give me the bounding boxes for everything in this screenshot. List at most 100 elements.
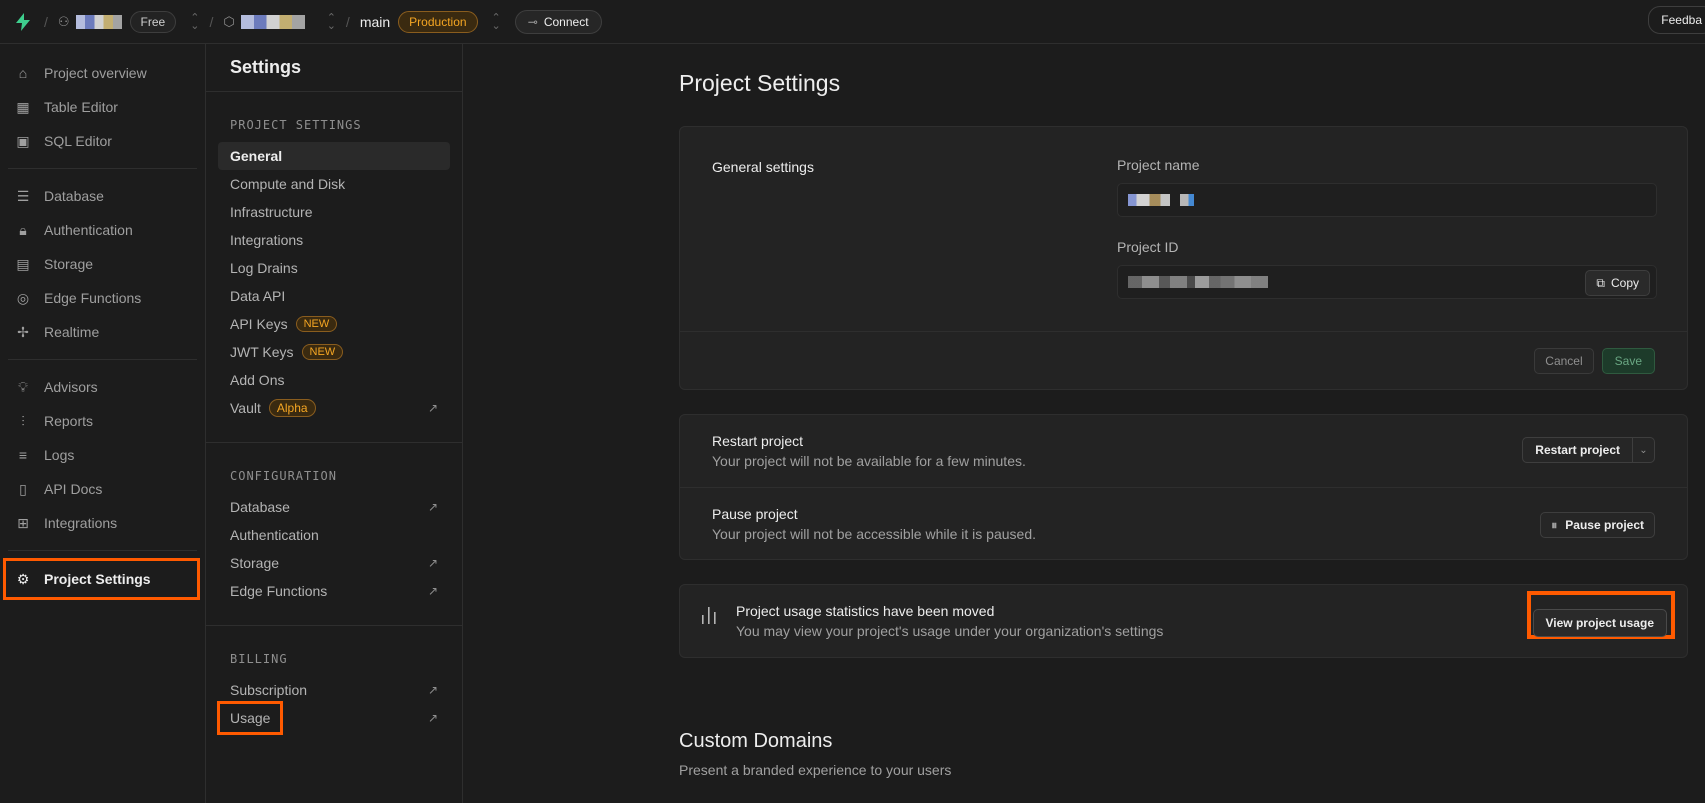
billing-item-usage[interactable]: Usage ↗	[216, 701, 450, 735]
nav-database[interactable]: ☰ Database	[0, 179, 205, 213]
config-item-storage[interactable]: Storage ↗	[218, 549, 450, 577]
org-name-redacted[interactable]	[75, 14, 122, 29]
nav-divider	[8, 359, 197, 360]
project-actions-card: Restart project Your project will not be…	[679, 414, 1688, 560]
file-icon: ▯	[19, 480, 27, 497]
nav-edge-functions[interactable]: ◎ Edge Functions	[0, 281, 205, 315]
production-badge: Production	[398, 10, 478, 33]
project-switcher-chevron-icon[interactable]: ⌃ ⌄	[327, 12, 336, 31]
lightbulb-icon: 💡︎	[18, 378, 28, 395]
nav-advisors[interactable]: 💡︎ Advisors	[0, 370, 205, 404]
project-name-input[interactable]	[1117, 183, 1657, 217]
branch-name[interactable]: main	[360, 14, 390, 30]
nav-table-editor[interactable]: ▦ Table Editor	[0, 90, 205, 124]
connect-button[interactable]: ⊸ Connect	[514, 9, 602, 34]
chevron-down-icon[interactable]: ⌄	[1632, 438, 1654, 462]
nav-storage[interactable]: ▤ Storage	[0, 247, 205, 281]
lock-icon: 🔒︎	[19, 221, 27, 238]
nav-label: Edge Functions	[44, 290, 142, 306]
nav-label: Reports	[44, 413, 94, 429]
card-footer: Cancel Save	[680, 331, 1687, 389]
nav-project-settings[interactable]: ⚙ Project Settings	[3, 558, 200, 600]
settings-item-general[interactable]: General	[218, 142, 450, 170]
breadcrumb-separator: /	[209, 13, 214, 30]
item-label: Subscription	[230, 682, 308, 698]
pause-title: Pause project	[712, 506, 798, 522]
home-icon: ⌂	[18, 65, 28, 81]
billing-item-subscription[interactable]: Subscription ↗	[218, 676, 450, 704]
terminal-icon: ▣	[16, 132, 30, 149]
blocks-icon: ⊞	[17, 514, 29, 531]
nav-project-overview[interactable]: ⌂ Project overview	[0, 56, 205, 90]
nav-realtime[interactable]: ✢ Realtime	[0, 315, 205, 349]
nav-label: Database	[44, 188, 104, 204]
settings-item-compute-disk[interactable]: Compute and Disk	[218, 170, 450, 198]
nav-label: SQL Editor	[44, 133, 112, 149]
nav-api-docs[interactable]: ▯ API Docs	[0, 472, 205, 506]
general-settings-card: General settings Project name Project ID…	[679, 126, 1688, 390]
new-badge: NEW	[295, 316, 338, 332]
config-item-authentication[interactable]: Authentication	[218, 521, 450, 549]
external-link-icon: ↗	[427, 683, 438, 697]
save-button[interactable]: Save	[1601, 347, 1655, 374]
project-settings-section: PROJECT SETTINGS General Compute and Dis…	[206, 92, 462, 443]
new-badge: NEW	[301, 344, 344, 360]
project-name-redacted[interactable]	[240, 14, 305, 29]
restart-project-row: Restart project Your project will not be…	[680, 415, 1687, 487]
nav-label: Table Editor	[44, 99, 118, 115]
nav-divider	[8, 550, 197, 551]
pause-project-button[interactable]: ⏸︎ Pause project	[1540, 512, 1655, 538]
custom-domains-desc: Present a branded experience to your use…	[679, 762, 952, 778]
org-switcher-chevron-icon[interactable]: ⌃ ⌄	[190, 12, 199, 31]
breadcrumb-separator: /	[345, 13, 350, 30]
nav-authentication[interactable]: 🔒︎ Authentication	[0, 213, 205, 247]
view-project-usage-button[interactable]: View project usage	[1532, 609, 1667, 637]
edge-functions-icon: ◎	[16, 289, 30, 306]
settings-title: Settings	[206, 44, 462, 92]
settings-item-vault[interactable]: Vault Alpha ↗	[218, 394, 450, 422]
settings-item-jwt-keys[interactable]: JWT Keys NEW	[218, 338, 450, 366]
nav-integrations[interactable]: ⊞ Integrations	[0, 506, 205, 540]
nav-label: API Docs	[44, 481, 103, 497]
section-heading: BILLING	[230, 652, 288, 666]
feedback-button[interactable]: Feedba	[1648, 6, 1705, 34]
nav-label: Integrations	[44, 515, 118, 531]
settings-item-integrations[interactable]: Integrations	[218, 226, 450, 254]
branch-switcher-chevron-icon[interactable]: ⌃ ⌄	[492, 12, 501, 31]
project-id-value-redacted	[1128, 276, 1268, 288]
cancel-button[interactable]: Cancel	[1534, 347, 1594, 374]
restart-project-button-group: Restart project ⌄	[1522, 437, 1655, 463]
plan-badge: Free	[129, 10, 177, 33]
pause-icon: ⏸︎	[1551, 517, 1558, 532]
settings-sidebar: Settings PROJECT SETTINGS General Comput…	[206, 44, 463, 803]
settings-item-infrastructure[interactable]: Infrastructure	[218, 198, 450, 226]
supabase-logo-icon[interactable]	[12, 11, 34, 33]
project-cube-icon: ⬡	[223, 13, 235, 29]
general-settings-label: General settings	[712, 159, 814, 175]
nav-label: Storage	[44, 256, 94, 272]
settings-item-api-keys[interactable]: API Keys NEW	[218, 310, 450, 338]
settings-item-log-drains[interactable]: Log Drains	[218, 254, 450, 282]
config-item-database[interactable]: Database ↗	[218, 493, 450, 521]
nav-reports[interactable]: ⫶ Reports	[0, 404, 205, 438]
nav-logs[interactable]: ≡ Logs	[0, 438, 205, 472]
config-item-edge-functions[interactable]: Edge Functions ↗	[218, 577, 450, 605]
item-label: JWT Keys	[230, 344, 294, 360]
copy-icon: ⧉	[1596, 275, 1605, 290]
external-link-icon: ↗	[427, 401, 438, 415]
settings-item-add-ons[interactable]: Add Ons	[218, 366, 450, 394]
settings-item-data-api[interactable]: Data API	[218, 282, 450, 310]
breadcrumb-separator: /	[44, 13, 48, 30]
external-link-icon: ↗	[427, 500, 438, 514]
table-icon: ▦	[16, 98, 30, 115]
nav-sql-editor[interactable]: ▣ SQL Editor	[0, 124, 205, 158]
realtime-icon: ✢	[17, 323, 29, 340]
alpha-badge: Alpha	[268, 399, 316, 417]
archive-icon: ▤	[16, 255, 30, 272]
restart-project-button[interactable]: Restart project	[1523, 438, 1632, 462]
bar-chart-icon	[700, 605, 718, 628]
project-id-field: ⧉ Copy	[1117, 265, 1657, 299]
custom-domains-title: Custom Domains	[679, 730, 833, 752]
connect-label: Connect	[543, 14, 589, 29]
copy-button[interactable]: ⧉ Copy	[1585, 270, 1650, 296]
